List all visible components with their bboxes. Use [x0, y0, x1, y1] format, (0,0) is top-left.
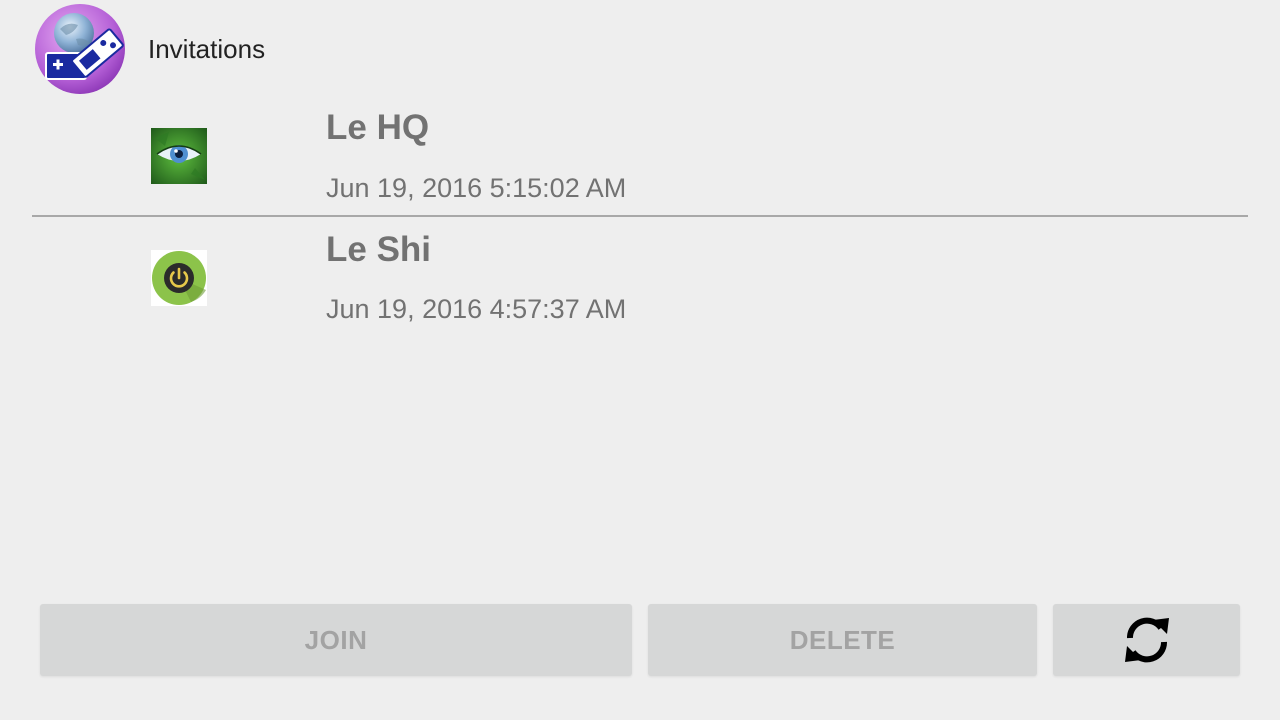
- refresh-icon: [1121, 614, 1173, 666]
- join-button-label: JOIN: [304, 624, 368, 655]
- globe-gamepad-icon: [34, 3, 126, 95]
- invitation-name: Le Shi: [326, 230, 432, 269]
- refresh-button[interactable]: [1053, 604, 1240, 676]
- divider: [32, 215, 1248, 217]
- list-item[interactable]: Le Shi Jun 19, 2016 4:57:37 AM: [32, 218, 1248, 338]
- invitation-date: Jun 19, 2016 5:15:02 AM: [326, 173, 627, 203]
- invitation-date: Jun 19, 2016 4:57:37 AM: [326, 294, 627, 324]
- eye-icon: [151, 128, 207, 184]
- power-icon: [151, 250, 207, 306]
- invitations-screen: Invitations Le HQ Jun 19, 2016 5:15:02 A…: [0, 0, 1280, 720]
- list-item[interactable]: Le HQ Jun 19, 2016 5:15:02 AM: [32, 96, 1248, 216]
- join-button[interactable]: JOIN: [40, 604, 632, 676]
- delete-button[interactable]: DELETE: [648, 604, 1037, 676]
- page-title: Invitations: [148, 34, 266, 64]
- delete-button-label: DELETE: [789, 624, 896, 655]
- invitation-name: Le HQ: [326, 108, 430, 147]
